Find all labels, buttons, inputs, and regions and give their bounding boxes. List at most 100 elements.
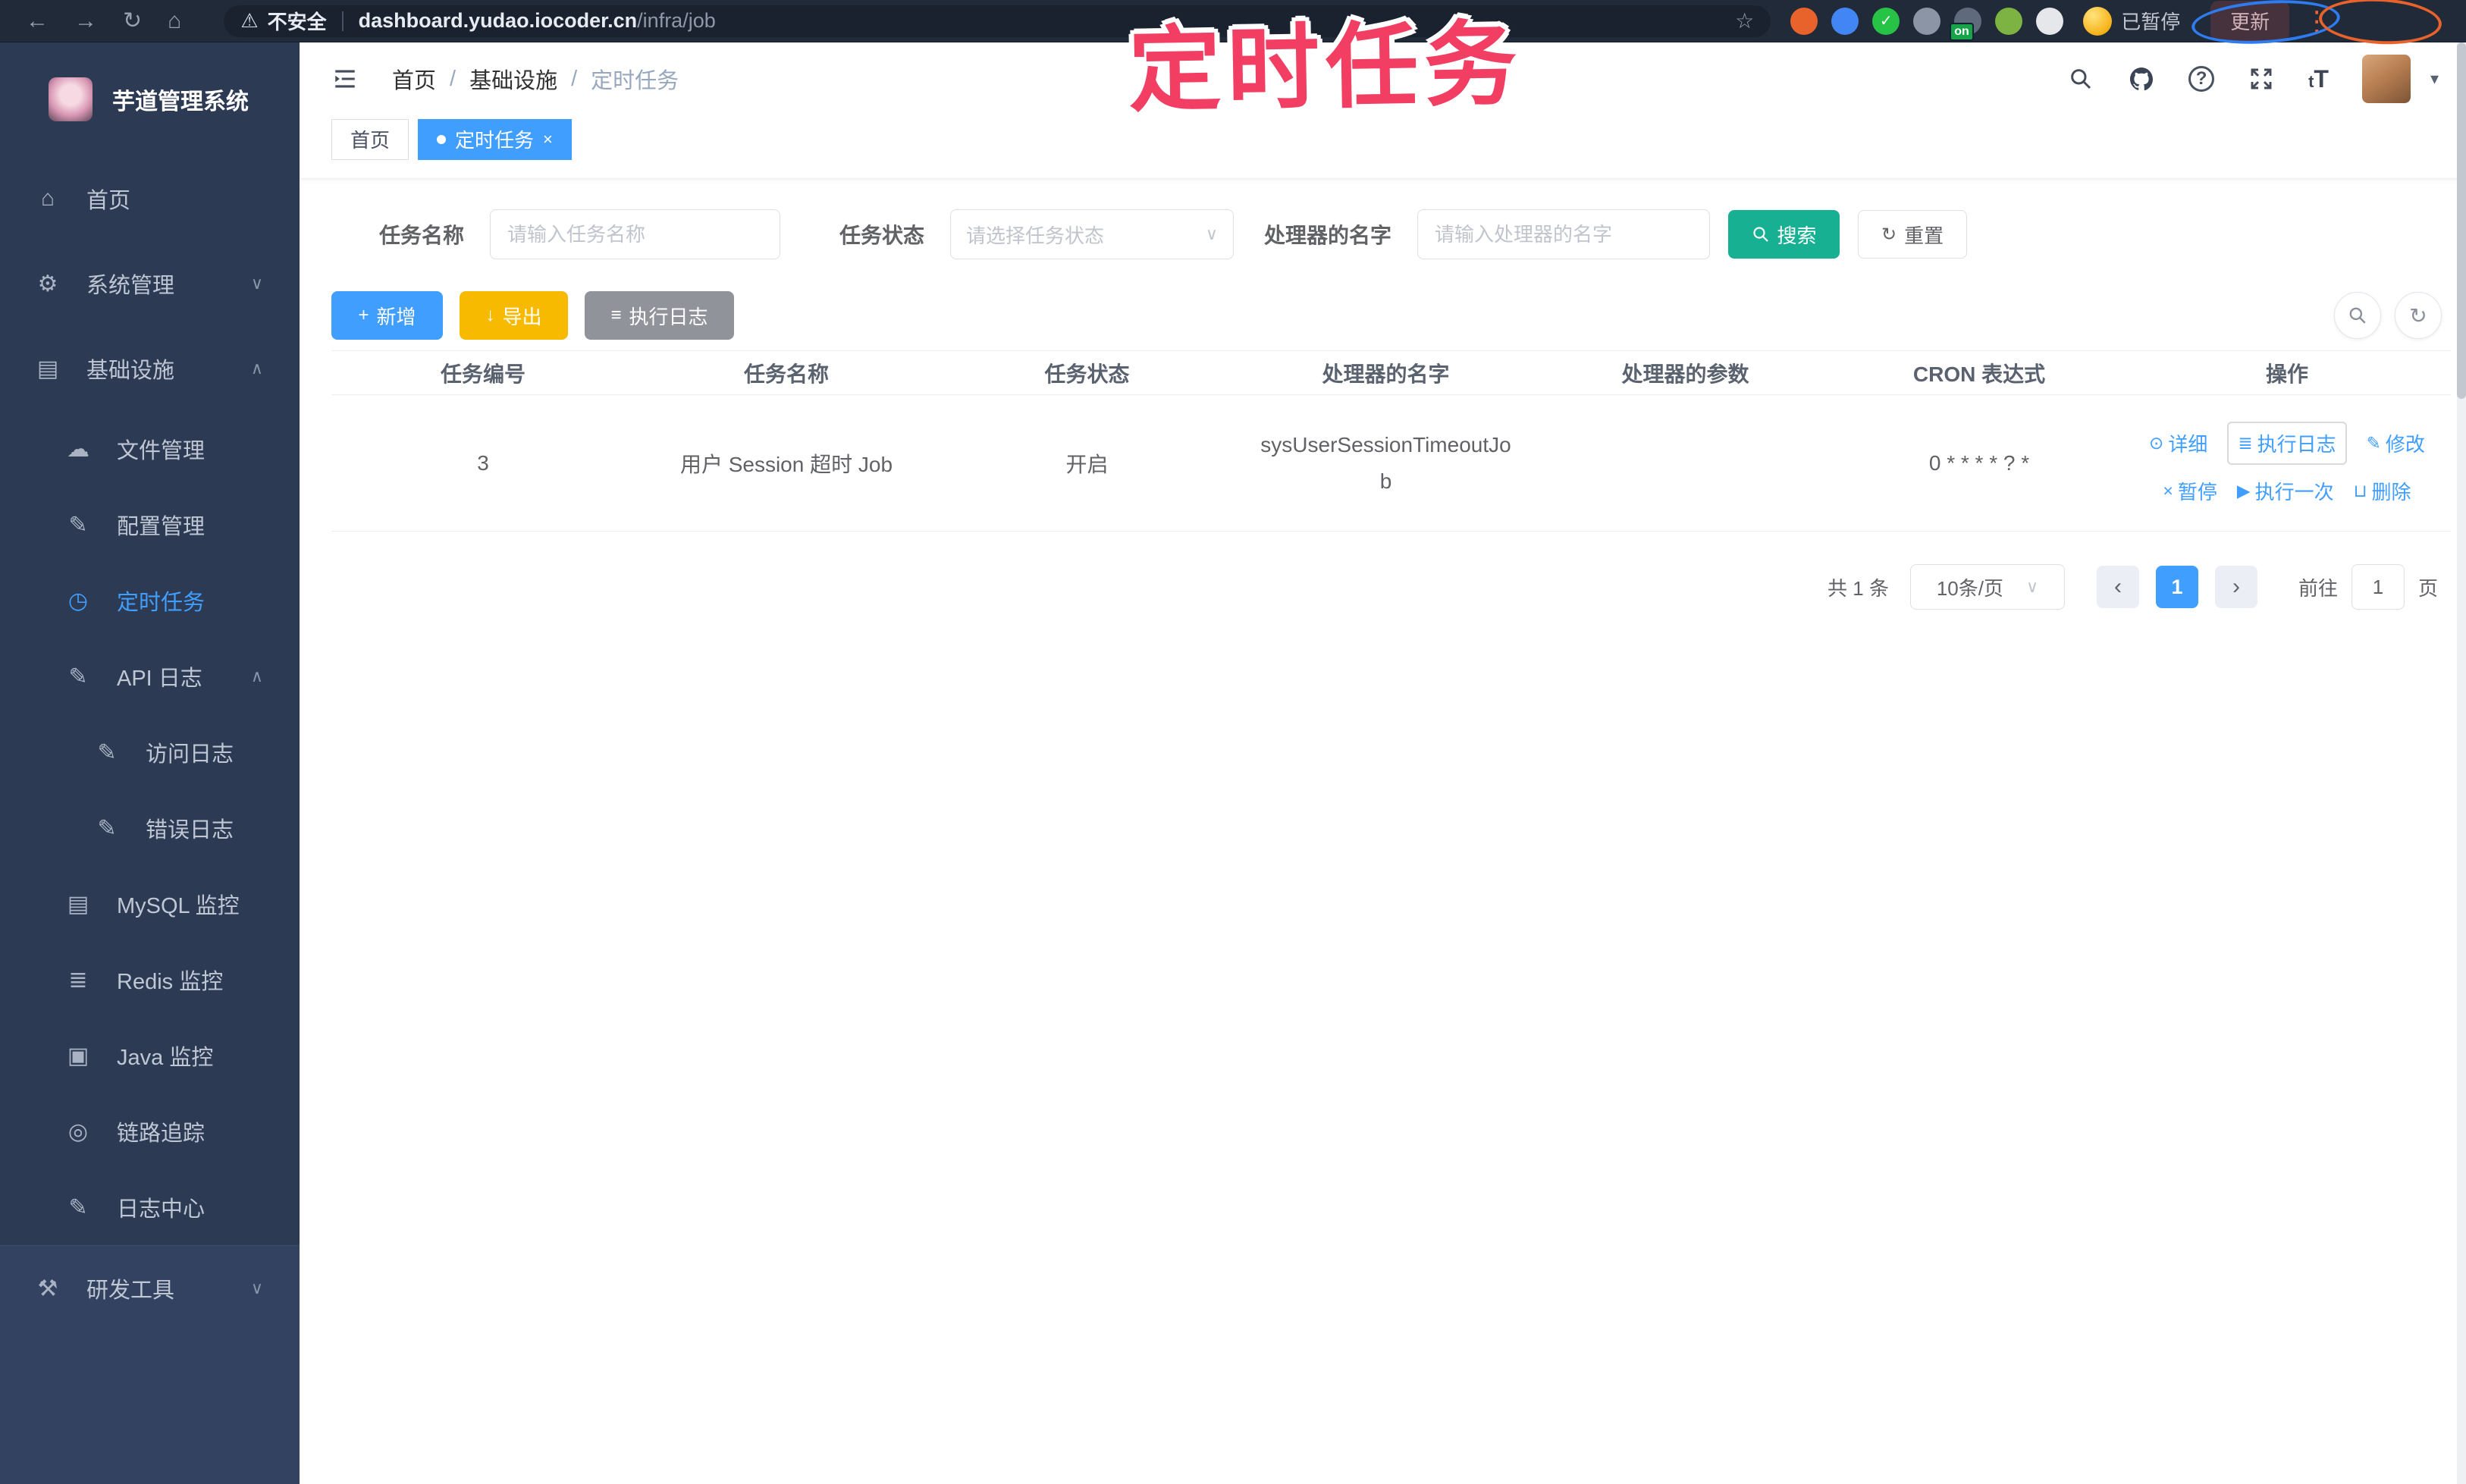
ext-orange-icon[interactable] <box>1790 7 1818 35</box>
pagination: 共 1 条 10条/页 ∨ ‹ 1 › 前往 页 <box>1828 564 2438 610</box>
page-scrollbar[interactable] <box>2457 42 2466 1484</box>
job-status-select[interactable]: 请选择任务状态 ∨ <box>950 209 1235 259</box>
cloud-upload-icon: ☁ <box>67 436 89 462</box>
toolbar-button-3[interactable]: ≡ 执行日志 <box>585 291 734 340</box>
sidebar-item-8[interactable]: ✎ 访问日志 <box>0 714 300 790</box>
help-icon[interactable]: ? <box>2188 66 2215 92</box>
browser-update-button[interactable]: 更新 <box>2210 1 2290 41</box>
action-pause-link[interactable]: × 暂停 <box>2163 477 2217 505</box>
sidebar-item-label: 基础设施 <box>86 359 175 383</box>
address-bar[interactable]: ⚠ 不安全 dashboard.yudao.iocoder.cn /infra/… <box>224 5 1771 37</box>
breadcrumb-item-3: 定时任务 <box>591 69 679 93</box>
sidebar-item-12[interactable]: ▣ Java 监控 <box>0 1018 300 1093</box>
sidebar-item-7[interactable]: ✎ API 日志 ∧ <box>0 638 300 714</box>
sidebar-item-2[interactable]: ⚙ 系统管理 ∨ <box>0 241 300 326</box>
bookmark-star-icon[interactable]: ☆ <box>1735 8 1754 33</box>
goto-page-input[interactable] <box>2351 564 2405 610</box>
url-path: /infra/job <box>637 9 716 32</box>
ext-blue-icon[interactable] <box>1831 7 1859 35</box>
toolbar-button-2[interactable]: ↓ 导出 <box>460 291 568 340</box>
api-log-icon: ✎ <box>68 664 88 689</box>
sidebar-item-label: 系统管理 <box>86 274 175 298</box>
sidebar-item-11[interactable]: ≣ Redis 监控 <box>0 942 300 1018</box>
sidebar-item-4[interactable]: ☁ 文件管理 <box>0 411 300 487</box>
content: 任务名称 任务状态 请选择任务状态 ∨ 处理器的名字 搜索 ↻ 重置 + 新增 ↓ 导… <box>300 179 2466 1484</box>
ext-grid-icon[interactable] <box>1913 7 1941 35</box>
table-tools: ↻ <box>2334 292 2442 339</box>
cell-cron: 0 * * * * ? * <box>1835 394 2123 532</box>
back-icon[interactable]: ← <box>26 9 49 33</box>
java-icon: ▣ <box>67 1043 89 1068</box>
sidebar-item-13[interactable]: ◎ 链路追踪 <box>0 1093 300 1169</box>
action-run-link[interactable]: ▶ 执行一次 <box>2237 477 2334 505</box>
next-page-button[interactable]: › <box>2214 566 2257 608</box>
action-label: 暂停 <box>2177 480 2217 504</box>
tab-1[interactable]: 首页 <box>331 118 409 160</box>
tab-close-icon[interactable]: × <box>543 130 553 149</box>
reload-icon[interactable]: ↻ <box>123 9 142 33</box>
ext-puzzle-icon[interactable] <box>2036 7 2064 35</box>
log-icon: ≣ <box>2238 432 2253 453</box>
sidebar-item-label: 错误日志 <box>146 818 234 842</box>
github-icon[interactable] <box>2128 65 2155 93</box>
sidebar-item-14[interactable]: ✎ 日志中心 <box>0 1169 300 1245</box>
font-size-icon[interactable]: tT <box>2308 65 2329 93</box>
error-log-icon: ✎ <box>97 815 117 841</box>
list-icon: ≡ <box>610 305 622 325</box>
browser-home-icon[interactable]: ⌂ <box>168 9 181 33</box>
refresh-table-button[interactable]: ↻ <box>2395 292 2442 339</box>
browser-menu-icon[interactable]: ⋮ <box>2303 7 2330 35</box>
reset-button[interactable]: ↻ 重置 <box>1858 210 1968 259</box>
trash-icon: ⊔ <box>2353 480 2367 500</box>
action-log-link[interactable]: ≣ 执行日志 <box>2227 421 2347 465</box>
page-size-select[interactable]: 10条/页 ∨ <box>1909 564 2065 610</box>
sidebar-item-10[interactable]: ▤ MySQL 监控 <box>0 866 300 942</box>
fullscreen-icon[interactable] <box>2248 65 2275 93</box>
prev-page-button[interactable]: ‹ <box>2096 566 2139 608</box>
pause-icon: × <box>2163 480 2173 500</box>
breadcrumb-separator: / <box>450 66 456 91</box>
user-avatar[interactable] <box>2361 55 2411 103</box>
row-actions: ⊙ 详细 ≣ 执行日志 ✎ 修改 × 暂停 ▶ 执行一次 ⊔ 删除 <box>2123 421 2451 505</box>
browser-topbar: ← → ↻ ⌂ ⚠ 不安全 dashboard.yudao.iocoder.cn… <box>0 0 2466 42</box>
sidebar-item-label: MySQL 监控 <box>117 894 240 918</box>
toolbar-button-label: 新增 <box>376 305 416 328</box>
ext-leaf-icon[interactable] <box>1995 7 2023 35</box>
search-button[interactable]: 搜索 <box>1728 210 1840 259</box>
sidebar-dev-section: ⚒ 研发工具 ∨ <box>0 1245 300 1484</box>
action-view-link[interactable]: ⊙ 详细 <box>2149 429 2207 457</box>
sidebar-item-5[interactable]: ✎ 配置管理 <box>0 487 300 563</box>
main-area: 首页 / 基础设施 / 定时任务 ? tT ▾ 首页 定时任务 × 任务名称 请… <box>300 42 2466 1484</box>
cell-job-status: 开启 <box>938 394 1236 532</box>
column-header: CRON 表达式 <box>1835 350 2123 395</box>
ext-list-icon[interactable]: on <box>1950 7 1982 41</box>
breadcrumb-item-1[interactable]: 首页 <box>392 63 436 95</box>
sidebar-item-1[interactable]: ⌂ 首页 <box>0 156 300 241</box>
tab-2[interactable]: 定时任务 × <box>418 118 572 160</box>
profile-paused-chip[interactable]: 已暂停 <box>2083 6 2180 36</box>
ext-on-badge: on <box>1950 23 1974 41</box>
sidebar-item-15[interactable]: ⚒ 研发工具 ∨ <box>0 1246 300 1331</box>
breadcrumb-item-2[interactable]: 基础设施 <box>469 63 557 95</box>
action-label: 执行一次 <box>2254 480 2334 504</box>
forward-icon[interactable]: → <box>74 9 97 33</box>
action-trash-link[interactable]: ⊔ 删除 <box>2354 477 2411 505</box>
sidebar-item-6[interactable]: ◷ 定时任务 <box>0 563 300 638</box>
toolbar-button-1[interactable]: + 新增 <box>331 291 443 340</box>
toolbox-icon: ⚒ <box>37 1275 58 1301</box>
page-number-1[interactable]: 1 <box>2155 566 2198 608</box>
sidebar-item-label: Java 监控 <box>117 1046 214 1070</box>
sidebar-item-3[interactable]: ▤ 基础设施 ∧ <box>0 326 300 411</box>
logo-row[interactable]: 芋道管理系统 <box>0 42 300 156</box>
search-icon[interactable] <box>2067 65 2094 93</box>
handler-name-input[interactable] <box>1417 209 1711 259</box>
search-toggle-button[interactable] <box>2334 292 2381 339</box>
sidebar-item-9[interactable]: ✎ 错误日志 <box>0 790 300 866</box>
collapse-sidebar-icon[interactable] <box>330 66 360 92</box>
job-name-input[interactable] <box>490 209 781 259</box>
redis-icon: ≣ <box>68 967 88 993</box>
ext-green-check-icon[interactable]: ✓ <box>1872 7 1900 35</box>
user-menu-caret-icon[interactable]: ▾ <box>2430 69 2439 89</box>
action-edit-link[interactable]: ✎ 修改 <box>2367 429 2425 457</box>
scrollbar-thumb[interactable] <box>2457 42 2466 399</box>
